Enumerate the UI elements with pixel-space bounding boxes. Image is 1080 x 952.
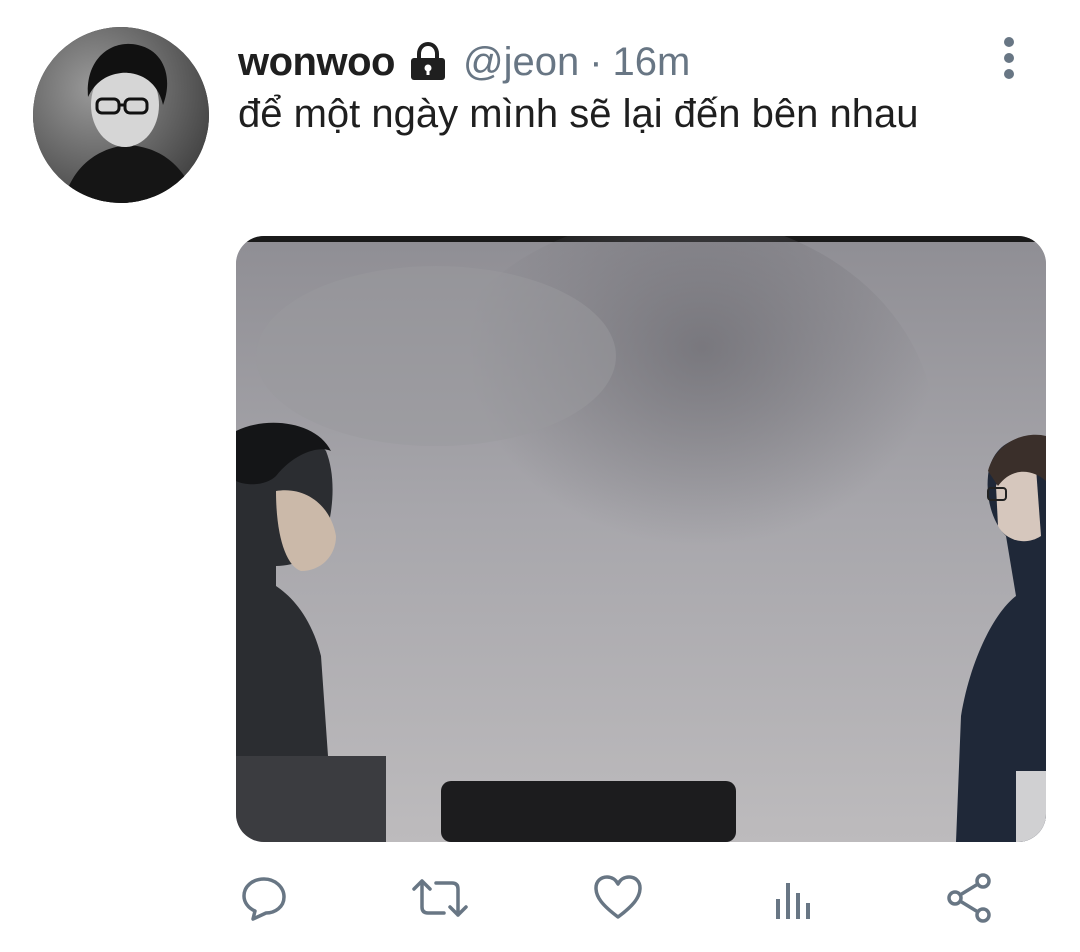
timestamp[interactable]: 16m <box>613 40 691 85</box>
reply-icon <box>242 877 286 921</box>
tweet-header: wonwoo @jeon · 16m <box>238 34 690 90</box>
more-vertical-icon <box>1004 37 1014 79</box>
separator-dot: · <box>589 39 603 84</box>
avatar-photo <box>33 27 209 203</box>
tweet-media-image[interactable] <box>236 236 1046 842</box>
avatar[interactable] <box>33 27 209 203</box>
more-options-button[interactable] <box>994 36 1024 82</box>
retweet-icon <box>412 879 468 917</box>
analytics-button[interactable] <box>764 868 824 928</box>
user-handle[interactable]: @jeon <box>463 40 579 85</box>
reply-button[interactable] <box>234 868 294 928</box>
like-button[interactable] <box>588 868 648 928</box>
tweet-action-bar <box>0 868 1080 928</box>
analytics-icon <box>776 883 810 919</box>
retweet-button[interactable] <box>410 868 470 928</box>
share-button[interactable] <box>940 868 1000 928</box>
tweet: wonwoo @jeon · 16m để một ngày mình sẽ l… <box>0 0 1080 952</box>
lock-icon <box>407 42 449 82</box>
tweet-text: để một ngày mình sẽ lại đến bên nhau <box>238 92 919 136</box>
heart-icon <box>594 875 642 919</box>
photo-two-people-in-fog <box>236 236 1046 842</box>
display-name[interactable]: wonwoo <box>238 40 395 85</box>
share-icon <box>947 873 991 923</box>
